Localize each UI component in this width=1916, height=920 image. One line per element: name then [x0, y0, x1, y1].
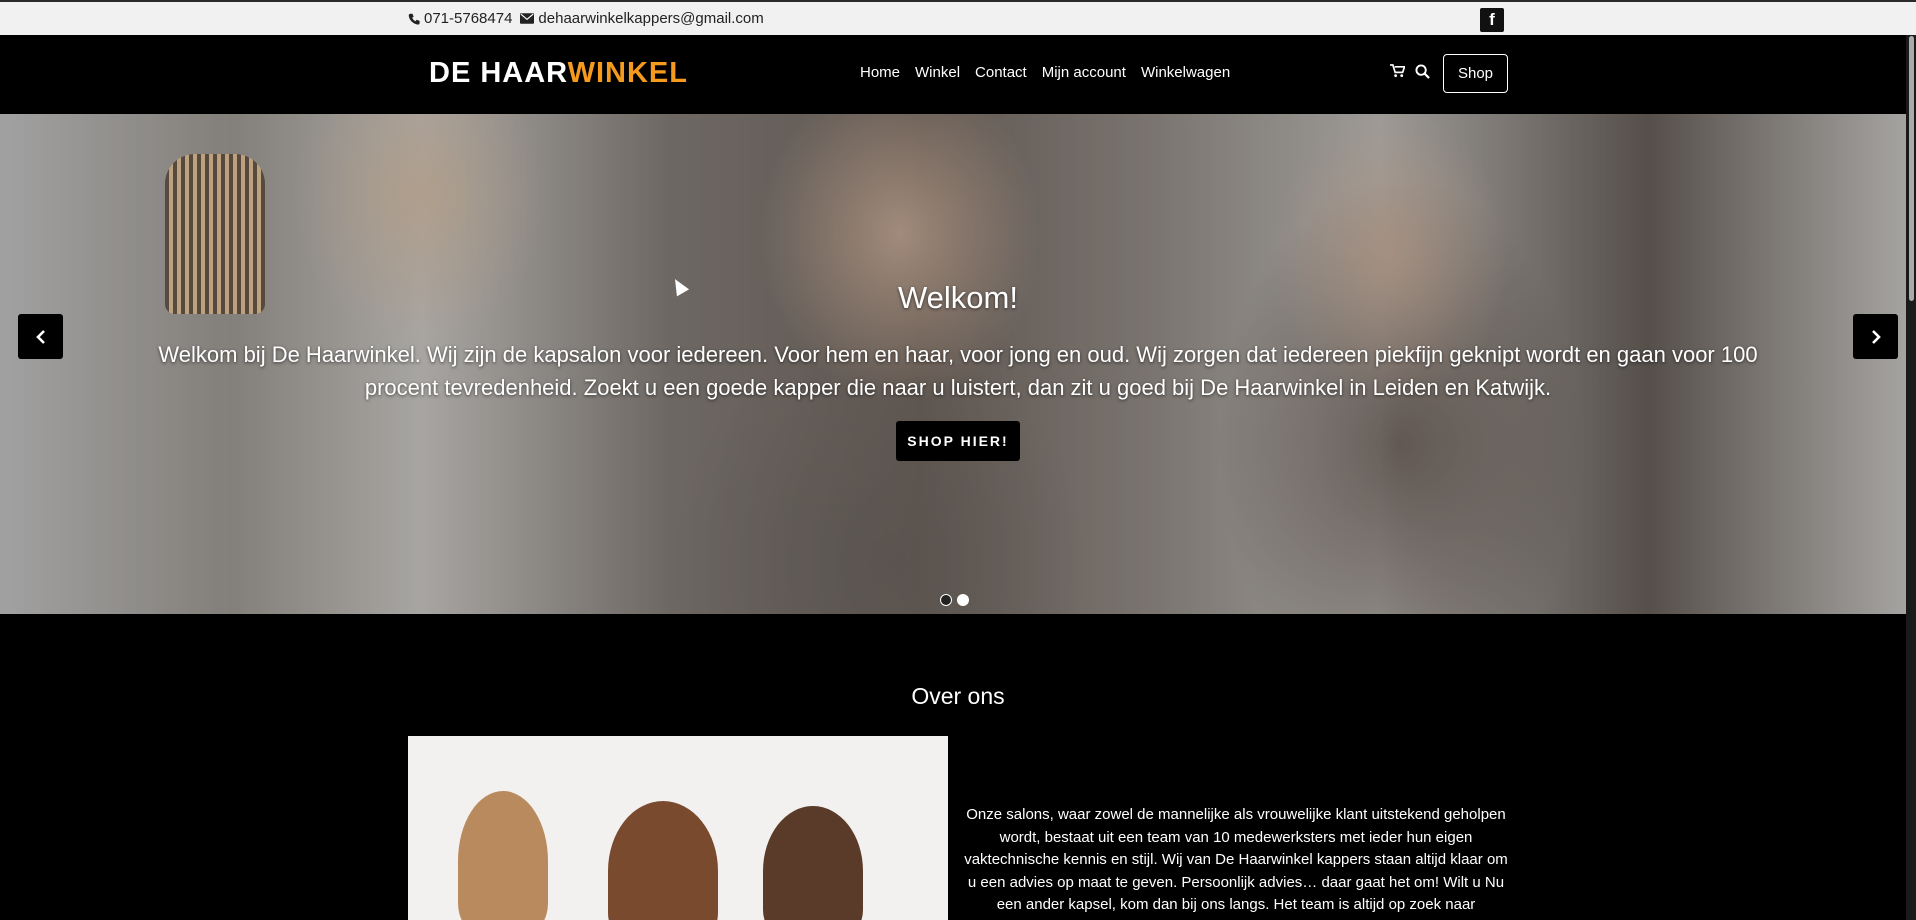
shop-button[interactable]: Shop: [1443, 54, 1508, 93]
cart-icon[interactable]: [1390, 64, 1405, 78]
contact-info: 071-5768474 dehaarwinkelkappers@gmail.co…: [408, 10, 764, 27]
slider-dot-1[interactable]: [940, 594, 952, 606]
logo-text-winkel: WINKEL: [567, 57, 688, 89]
nav-item-winkelwagen[interactable]: Winkelwagen: [1141, 64, 1230, 81]
top-bar: 071-5768474 dehaarwinkelkappers@gmail.co…: [0, 0, 1916, 35]
site-logo[interactable]: DE HAARWINKEL: [429, 57, 688, 90]
about-title: Over ons: [911, 683, 1005, 709]
email-link[interactable]: dehaarwinkelkappers@gmail.com: [520, 10, 764, 27]
slider-prev-button[interactable]: [18, 314, 63, 359]
logo-text-de-haar: DE HAAR: [429, 57, 568, 89]
hero-text: Welkom bij De Haarwinkel. Wij zijn de ka…: [158, 342, 1758, 400]
search-icon[interactable]: [1415, 64, 1430, 79]
slider-next-button[interactable]: [1853, 314, 1898, 359]
email-address: dehaarwinkelkappers@gmail.com: [538, 10, 764, 27]
about-text: Onze salons, waar zowel de mannelijke al…: [964, 806, 1508, 913]
nav-item-home[interactable]: Home: [860, 64, 900, 81]
nav-item-mijn-account[interactable]: Mijn account: [1042, 64, 1126, 81]
phone-link[interactable]: 071-5768474: [408, 10, 512, 27]
slider-dot-2[interactable]: [957, 594, 969, 606]
scrollbar-thumb[interactable]: [1909, 36, 1914, 301]
main-menu: Home Winkel Contact Mijn account Winkelw…: [860, 64, 1230, 81]
main-navbar: DE HAARWINKEL Home Winkel Contact Mijn a…: [0, 35, 1916, 114]
chevron-left-icon: [35, 329, 45, 344]
phone-icon: [408, 13, 420, 25]
shop-hier-button[interactable]: SHOP HIER!: [896, 421, 1020, 461]
chevron-right-icon: [1871, 329, 1881, 344]
header-icons: [1390, 64, 1430, 79]
slider-dots: [940, 594, 969, 606]
envelope-icon: [520, 13, 535, 24]
phone-number: 071-5768474: [424, 10, 513, 27]
hero-slider: Welkom! Welkom bij De Haarwinkel. Wij zi…: [0, 114, 1916, 614]
nav-item-winkel[interactable]: Winkel: [915, 64, 960, 81]
hero-title: Welkom!: [897, 280, 1018, 315]
facebook-icon[interactable]: f: [1480, 8, 1504, 32]
team-photo: [408, 736, 948, 920]
nav-item-contact[interactable]: Contact: [975, 64, 1027, 81]
